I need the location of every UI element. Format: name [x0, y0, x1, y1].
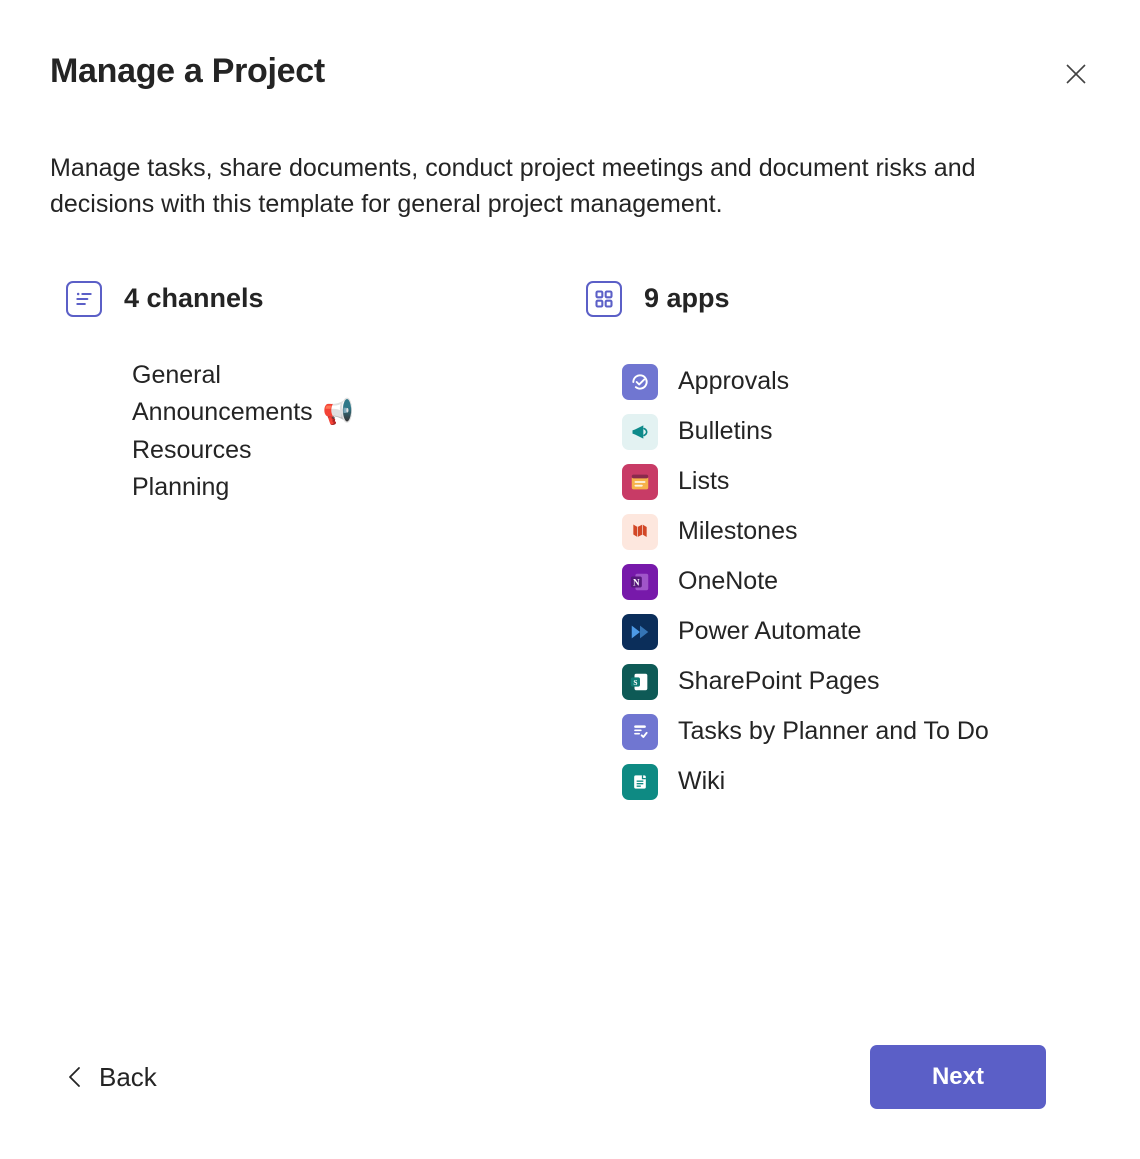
app-label: OneNote — [678, 567, 778, 596]
close-icon — [1064, 62, 1088, 86]
svg-text:N: N — [633, 577, 640, 587]
app-item: Tasks by Planner and To Do — [622, 707, 1090, 757]
channel-item: Resources — [132, 432, 550, 470]
sharepoint-icon: S — [622, 664, 658, 700]
channel-item: Announcements 📢 — [132, 394, 550, 432]
svg-text:S: S — [633, 677, 637, 686]
app-item: Milestones — [622, 507, 1090, 557]
channel-label: Announcements — [132, 394, 313, 432]
chevron-left-icon — [68, 1066, 81, 1088]
app-list: Approvals Bulletins Lists Milestones N OneNot… — [570, 357, 1090, 807]
page-title: Manage a Project — [50, 52, 325, 91]
app-item: Bulletins — [622, 407, 1090, 457]
page-description: Manage tasks, share documents, conduct p… — [50, 150, 1050, 223]
app-item: S SharePoint Pages — [622, 657, 1090, 707]
milestones-icon — [622, 514, 658, 550]
apps-column: 9 apps Approvals Bulletins Lists Milestones… — [570, 281, 1090, 807]
channel-item: General — [132, 357, 550, 395]
app-label: Power Automate — [678, 617, 861, 646]
apps-icon — [586, 281, 622, 317]
wiki-icon — [622, 764, 658, 800]
onenote-icon: N — [622, 564, 658, 600]
powerautomate-icon — [622, 614, 658, 650]
app-label: Tasks by Planner and To Do — [678, 717, 989, 746]
channels-column: 4 channels GeneralAnnouncements 📢 Resource… — [50, 281, 550, 807]
channel-label: General — [132, 357, 221, 395]
apps-heading: 9 apps — [644, 283, 730, 314]
close-button[interactable] — [1058, 56, 1094, 92]
approvals-icon — [622, 364, 658, 400]
back-label: Back — [99, 1062, 157, 1093]
back-button[interactable]: Back — [50, 1052, 163, 1103]
lists-icon — [622, 464, 658, 500]
app-item: Power Automate — [622, 607, 1090, 657]
app-item: Approvals — [622, 357, 1090, 407]
channels-heading: 4 channels — [124, 283, 264, 314]
app-label: Approvals — [678, 367, 789, 396]
next-button[interactable]: Next — [870, 1045, 1046, 1109]
tasks-icon — [622, 714, 658, 750]
megaphone-icon: 📢 — [323, 394, 354, 432]
bulletins-icon — [622, 414, 658, 450]
channel-item: Planning — [132, 469, 550, 507]
app-label: Wiki — [678, 767, 725, 796]
app-item: Lists — [622, 457, 1090, 507]
app-item: N OneNote — [622, 557, 1090, 607]
channels-icon — [66, 281, 102, 317]
channel-list: GeneralAnnouncements 📢 ResourcesPlanning — [50, 357, 550, 507]
channel-label: Planning — [132, 469, 229, 507]
app-label: SharePoint Pages — [678, 667, 880, 696]
app-label: Lists — [678, 467, 729, 496]
app-label: Bulletins — [678, 417, 773, 446]
channel-label: Resources — [132, 432, 252, 470]
app-label: Milestones — [678, 517, 798, 546]
app-item: Wiki — [622, 757, 1090, 807]
